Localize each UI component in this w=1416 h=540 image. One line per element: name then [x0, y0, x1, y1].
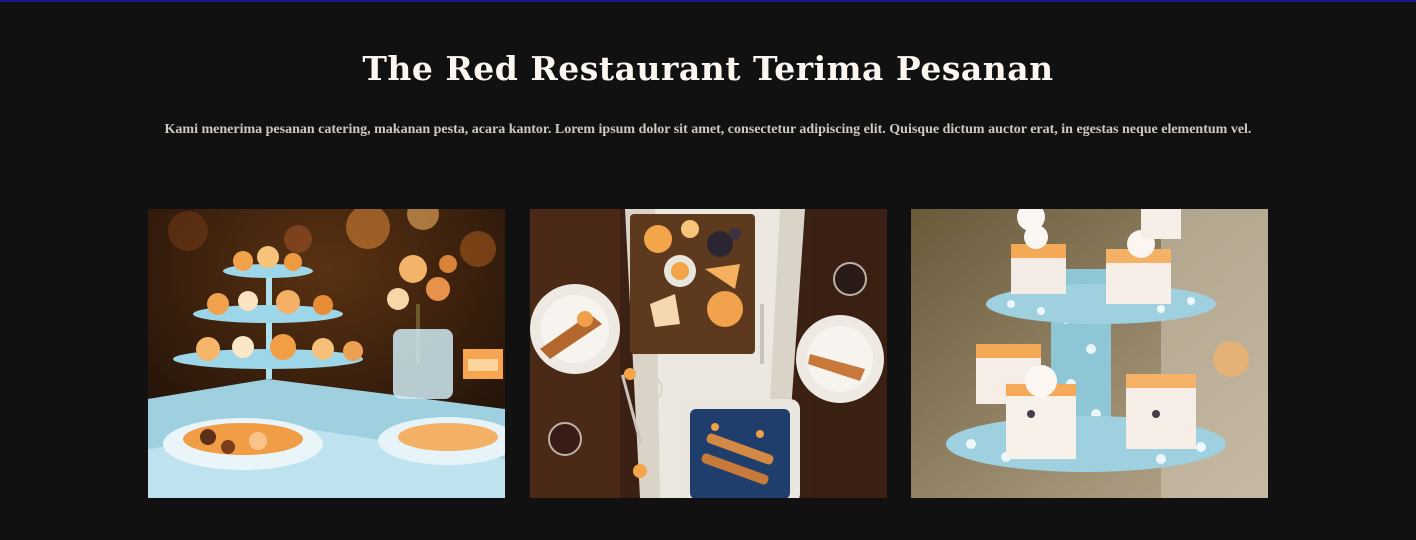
gallery-photo-dessert-buffet[interactable] — [148, 209, 505, 498]
photo-gallery — [148, 209, 1268, 498]
gallery-photo-cake-stand[interactable] — [911, 209, 1268, 498]
cake-stand-photo — [911, 209, 1268, 498]
dinner-table-photo — [530, 209, 887, 498]
section-title: The Red Restaurant Terima Pesanan — [362, 49, 1054, 88]
section-description: Kami menerima pesanan catering, makanan … — [164, 122, 1252, 137]
gallery-photo-dinner-table[interactable] — [530, 209, 887, 498]
catering-section: The Red Restaurant Terima Pesanan Kami m… — [0, 0, 1416, 540]
dessert-buffet-photo — [148, 209, 505, 498]
